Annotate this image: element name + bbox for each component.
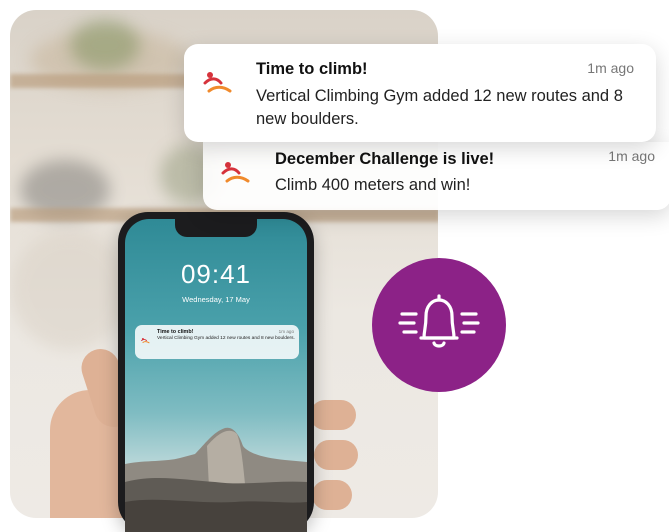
lock-screen-date: Wednesday, 17 May [182,295,250,304]
notification-bell-badge [372,258,506,392]
climber-logo-icon [141,337,150,344]
notification-card-1[interactable]: Time to climb! 1m ago Vertical Climbing … [184,44,656,142]
notification-title: December Challenge is live! [275,150,495,168]
lock-notification-body: Vertical Climbing Gym added 12 new route… [157,336,295,341]
smartphone: 09:41 Wednesday, 17 May Time to climb! 1… [118,212,314,532]
lock-notification-time: 1m ago [278,329,294,334]
mountain-wallpaper [125,427,307,532]
lock-notification-title: Time to climb! [157,329,194,335]
climber-logo-icon [221,162,250,183]
finger-3 [312,480,352,510]
notification-time: 1m ago [608,148,655,164]
background-wall-blur [10,230,130,350]
phone-notch [175,219,257,237]
climber-logo-icon [203,72,232,93]
lock-screen-time: 09:41 [180,259,252,289]
notification-body: Climb 400 meters and win! [275,176,471,194]
lock-screen: 09:41 Wednesday, 17 May Time to climb! 1… [125,219,307,532]
notification-title: Time to climb! [256,60,368,78]
background-plant-blur [70,20,140,70]
finger-2 [314,440,358,470]
notification-time: 1m ago [587,60,634,76]
notification-body: Vertical Climbing Gym added 12 new route… [256,87,623,128]
lock-screen-notification[interactable]: Time to climb! 1m ago Vertical Climbing … [135,325,299,359]
ringing-bell-icon [398,294,480,348]
notification-card-2[interactable]: December Challenge is live! 1m ago Climb… [203,142,669,210]
finger-1 [310,400,356,430]
